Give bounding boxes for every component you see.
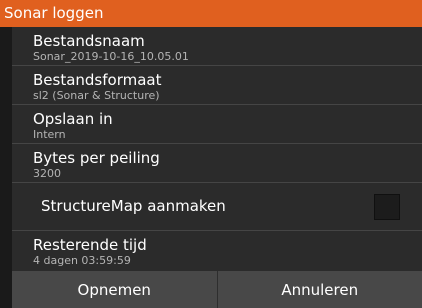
remaining-time-label: Resterende tijd	[33, 236, 147, 254]
dialog-footer: Opnemen Annuleren	[12, 271, 422, 308]
create-structuremap-row[interactable]: StructureMap aanmaken	[12, 183, 422, 231]
save-location-label: Opslaan in	[33, 110, 113, 128]
file-name-label: Bestandsnaam	[33, 32, 145, 50]
record-button[interactable]: Opnemen	[12, 271, 217, 308]
bytes-per-ping-value: 3200	[33, 167, 61, 180]
create-structuremap-label: StructureMap aanmaken	[41, 197, 226, 215]
save-location-row[interactable]: Opslaan in Intern	[12, 105, 422, 144]
file-name-row[interactable]: Bestandsnaam Sonar_2019-10-16_10.05.01	[12, 27, 422, 66]
bytes-per-ping-label: Bytes per peiling	[33, 149, 160, 167]
create-structuremap-checkbox[interactable]	[374, 194, 400, 220]
dialog-title: Sonar loggen	[0, 0, 422, 27]
file-name-value: Sonar_2019-10-16_10.05.01	[33, 50, 189, 63]
settings-list: Bestandsnaam Sonar_2019-10-16_10.05.01 B…	[12, 27, 422, 271]
sonar-log-dialog: Sonar loggen Bestandsnaam Sonar_2019-10-…	[0, 0, 422, 308]
file-format-value: sl2 (Sonar & Structure)	[33, 89, 160, 102]
remaining-time-row: Resterende tijd 4 dagen 03:59:59	[12, 231, 422, 271]
cancel-button[interactable]: Annuleren	[216, 271, 422, 308]
file-format-label: Bestandsformaat	[33, 71, 162, 89]
bytes-per-ping-row[interactable]: Bytes per peiling 3200	[12, 144, 422, 183]
save-location-value: Intern	[33, 128, 66, 141]
remaining-time-value: 4 dagen 03:59:59	[33, 254, 131, 267]
file-format-row[interactable]: Bestandsformaat sl2 (Sonar & Structure)	[12, 66, 422, 105]
